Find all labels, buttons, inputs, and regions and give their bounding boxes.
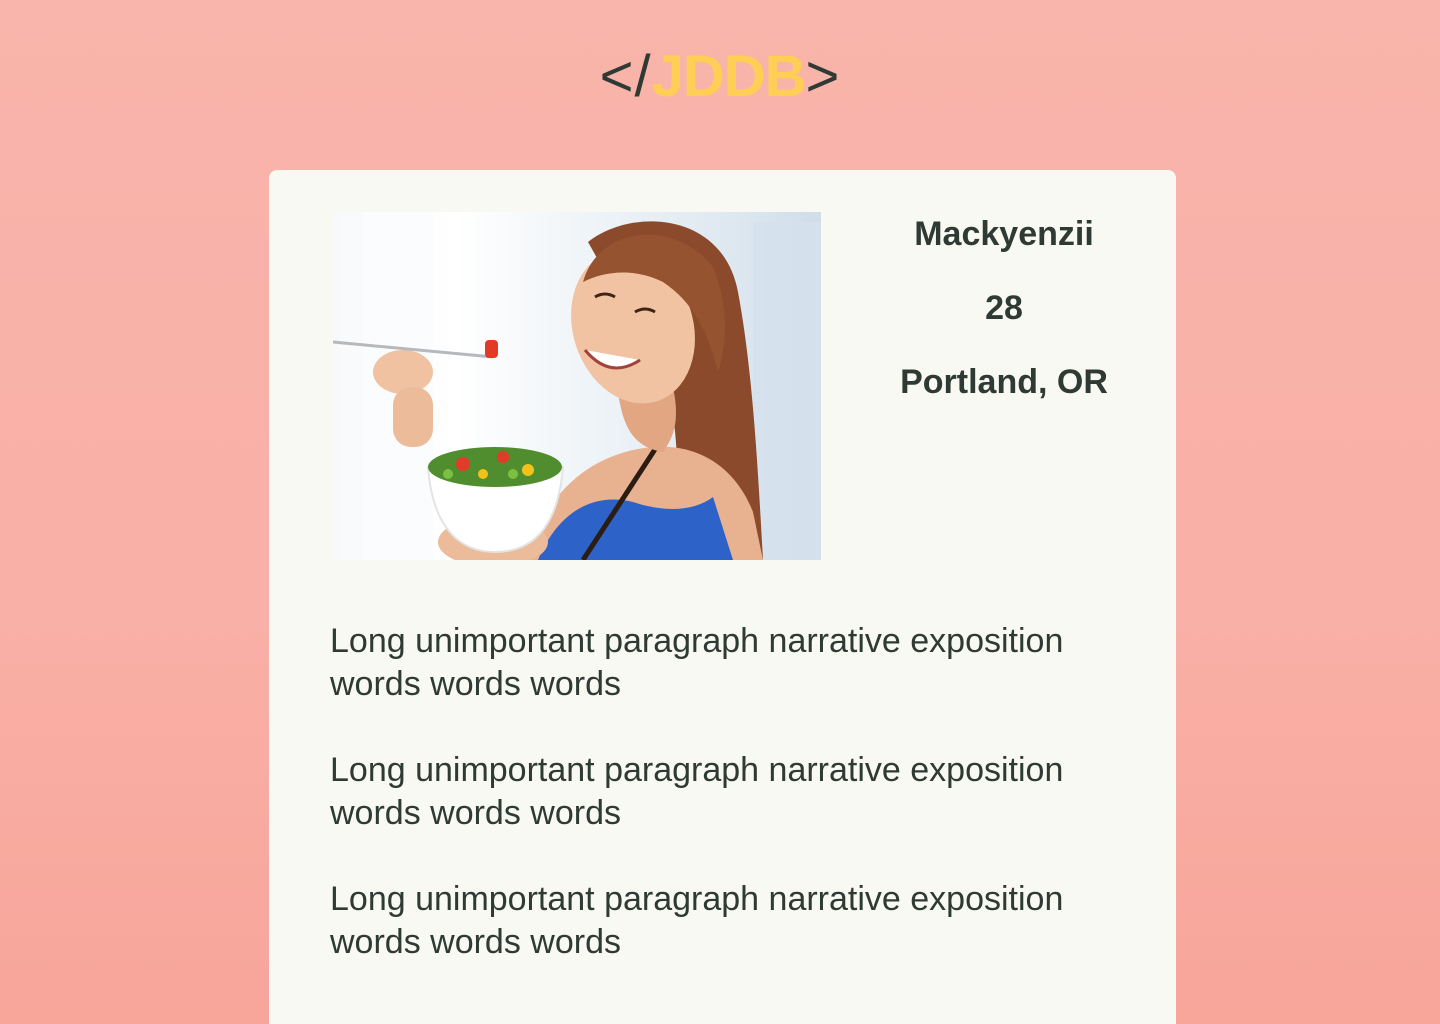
- profile-info: Mackyenzii 28 Portland, OR: [869, 212, 1139, 434]
- site-logo[interactable]: </JDDB>: [0, 42, 1440, 112]
- profile-photo: [333, 212, 821, 560]
- bio-paragraph: Long unimportant paragraph narrative exp…: [330, 880, 1064, 961]
- logo-brand-text: JDDB: [651, 44, 807, 109]
- logo-open-bracket: </: [599, 44, 652, 109]
- profile-card: Mackyenzii 28 Portland, OR Long unimport…: [269, 170, 1176, 1024]
- bio-paragraph: Long unimportant paragraph narrative exp…: [330, 751, 1064, 832]
- profile-location: Portland, OR: [900, 363, 1108, 401]
- bio-paragraph: Long unimportant paragraph narrative exp…: [330, 622, 1064, 703]
- profile-age: 28: [985, 289, 1023, 327]
- profile-name: Mackyenzii: [914, 215, 1094, 253]
- profile-photo-illustration: [333, 212, 821, 560]
- logo-close-bracket: >: [805, 44, 841, 109]
- profile-bio: Long unimportant paragraph narrative exp…: [330, 620, 1130, 1007]
